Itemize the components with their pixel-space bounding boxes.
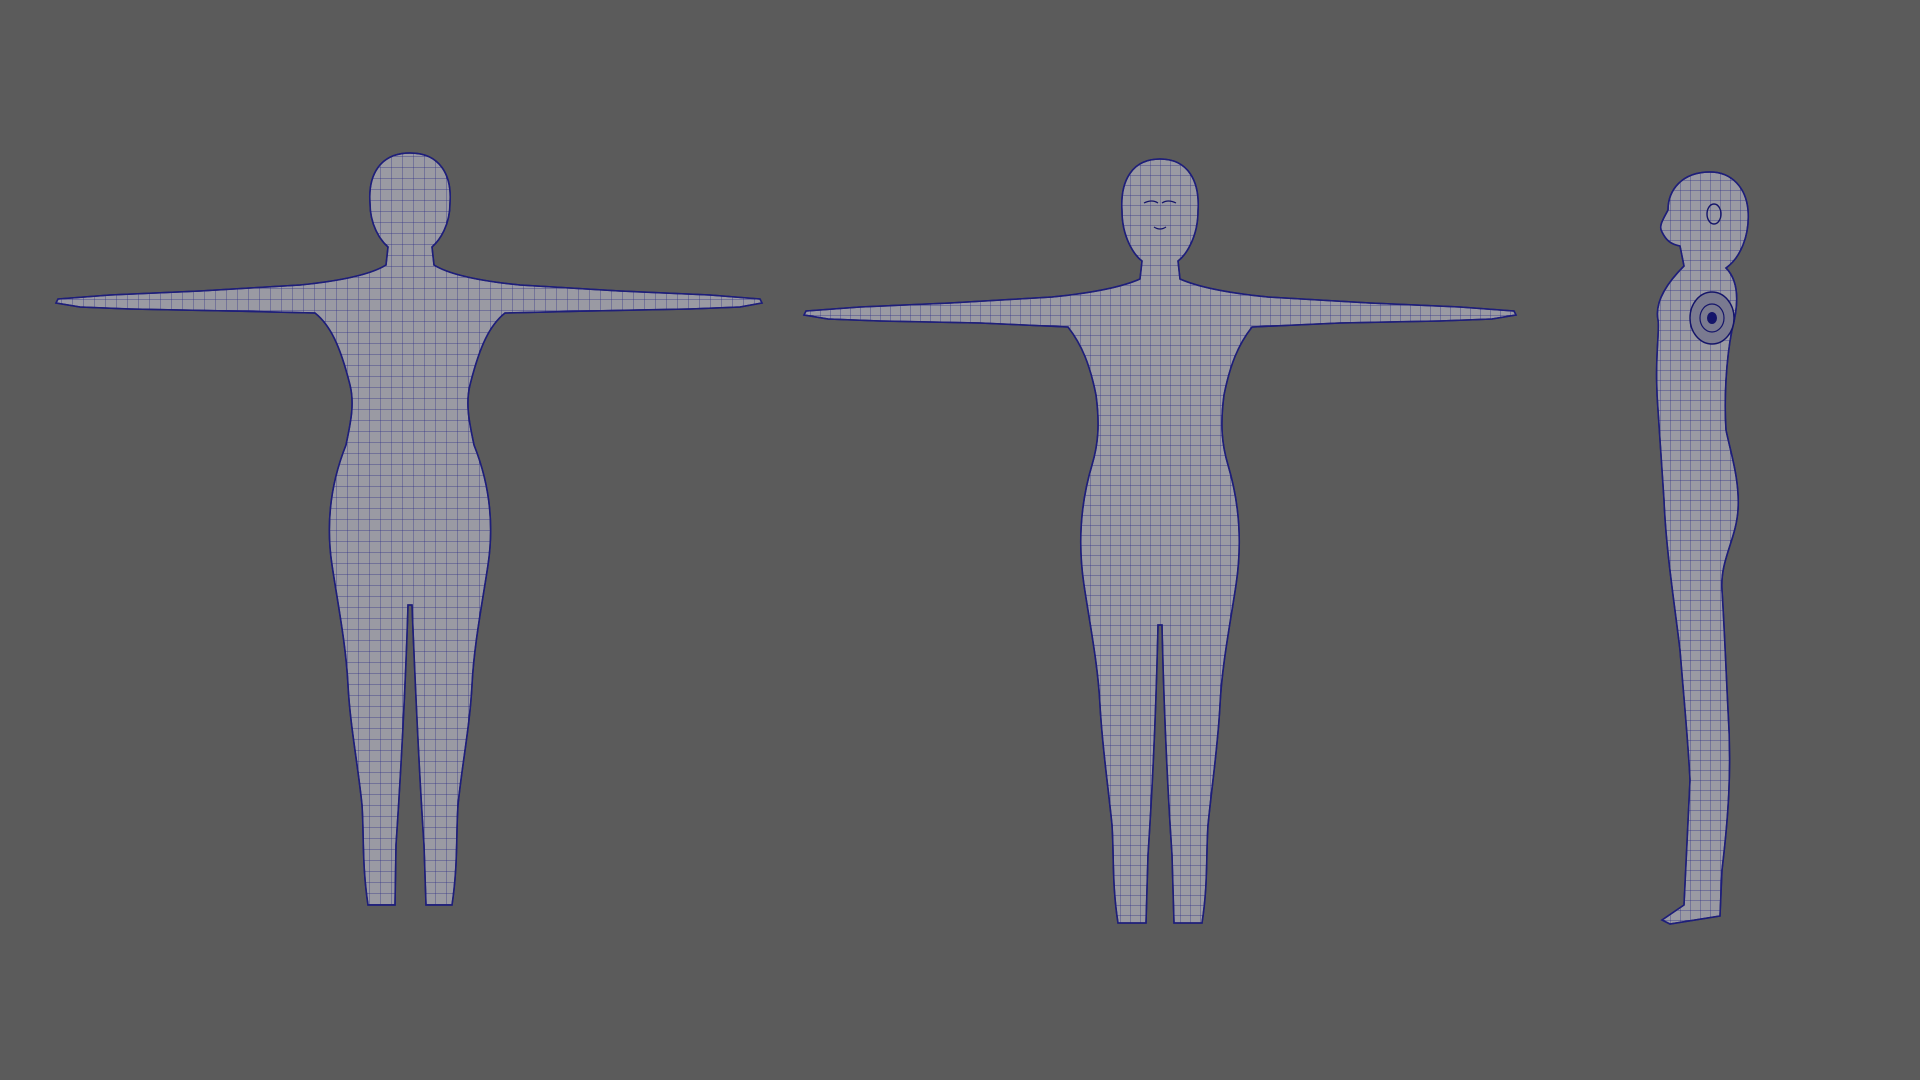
3d-viewport[interactable] [0,0,1920,1080]
arm-cluster [1689,291,1735,345]
model-back-view[interactable] [50,145,770,925]
model-front-view[interactable] [800,155,1520,935]
model-side-view[interactable] [1640,170,1760,940]
